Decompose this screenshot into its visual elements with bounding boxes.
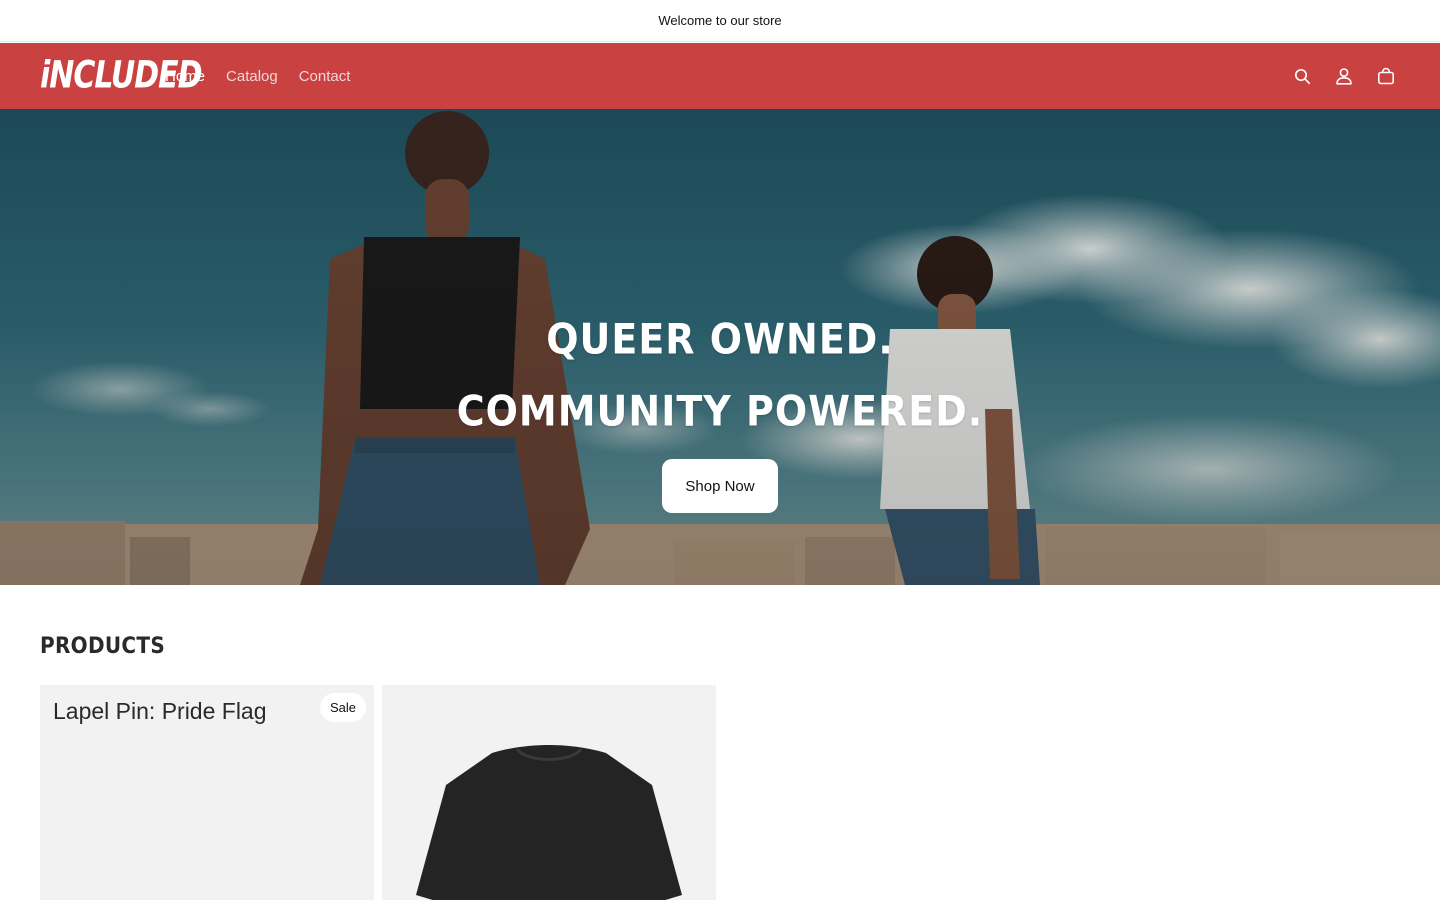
nav-link-contact[interactable]: Contact [299, 68, 351, 85]
nav-link-catalog[interactable]: Catalog [226, 68, 278, 85]
store-logo[interactable]: iNCLUDED [40, 57, 203, 95]
header-icons [1292, 66, 1400, 86]
announcement-bar: Welcome to our store [0, 0, 1440, 42]
cart-icon[interactable] [1376, 66, 1396, 86]
site-header: iNCLUDED Home Catalog Contact [0, 43, 1440, 109]
product-title[interactable]: Lapel Pin: Pride Flag [53, 698, 267, 725]
hero-banner: QUEER OWNED. COMMUNITY POWERED. Shop Now [0, 109, 1440, 585]
search-icon[interactable] [1292, 66, 1312, 86]
announcement-text: Welcome to our store [658, 13, 782, 28]
product-card[interactable] [382, 685, 716, 900]
products-heading: PRODUCTS [40, 632, 166, 659]
hero-content: QUEER OWNED. COMMUNITY POWERED. Shop Now [0, 109, 1440, 585]
tshirt-image [416, 745, 682, 900]
hero-title-line2: COMMUNITY POWERED. [456, 386, 984, 436]
hero-title-line1: QUEER OWNED. [546, 314, 894, 364]
shop-now-button[interactable]: Shop Now [662, 459, 778, 513]
sale-badge: Sale [319, 693, 366, 722]
logo-text: iNCLUDED [40, 53, 203, 98]
account-icon[interactable] [1334, 66, 1354, 86]
product-card[interactable]: Lapel Pin: Pride Flag Sale [40, 685, 374, 900]
